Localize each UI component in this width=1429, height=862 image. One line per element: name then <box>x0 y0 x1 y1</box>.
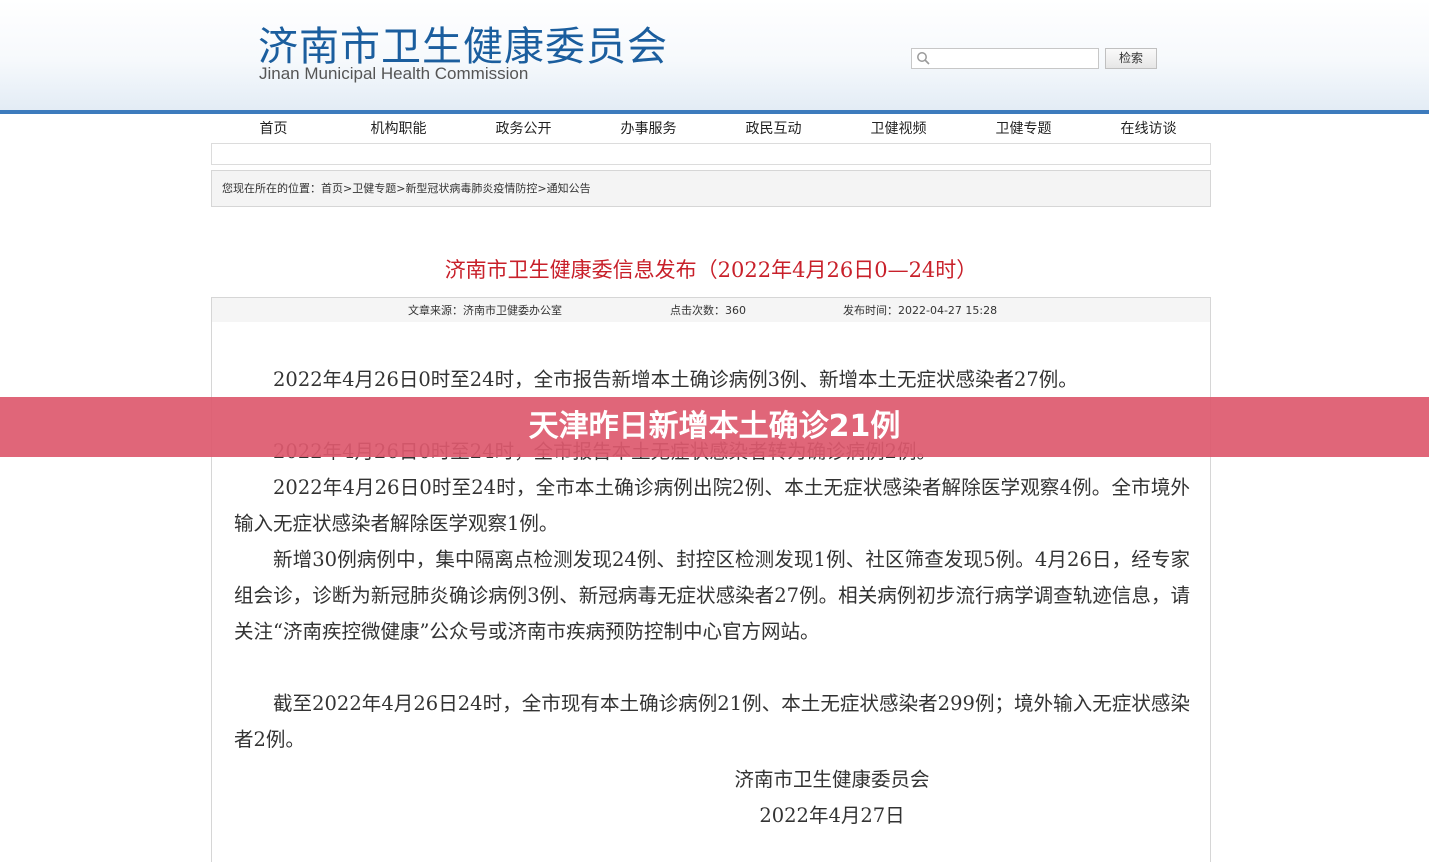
search-icon <box>917 52 930 65</box>
nav-item-interviews[interactable]: 在线访谈 <box>1086 116 1211 142</box>
article-paragraph: 截至2022年4月26日24时，全市现有本土确诊病例21例、本土无症状感染者29… <box>234 692 1190 751</box>
nav-item-home[interactable]: 首页 <box>211 116 336 142</box>
article-signature: 济南市卫生健康委员会 <box>734 768 930 791</box>
nav-item-functions[interactable]: 机构职能 <box>336 116 461 142</box>
article-paragraph: 2022年4月26日0时至24时，全市本土确诊病例出院2例、本土无症状感染者解除… <box>234 476 1190 535</box>
article-date: 2022年4月27日 <box>759 804 905 827</box>
breadcrumb-home[interactable]: 首页> <box>321 171 352 206</box>
article-paragraph: 新增30例病例中，集中隔离点检测发现24例、封控区检测发现1例、社区筛查发现5例… <box>234 548 1190 643</box>
nav-item-videos[interactable]: 卫健视频 <box>836 116 961 142</box>
search-button[interactable]: 检索 <box>1105 48 1157 69</box>
breadcrumb-topics[interactable]: 卫健专题> <box>352 171 405 206</box>
article-title: 济南市卫生健康委信息发布（2022年4月26日0—24时） <box>444 258 978 282</box>
breadcrumb-covid[interactable]: 新型冠状病毒肺炎疫情防控> <box>405 171 546 206</box>
breadcrumb-label: 您现在所在的位置： <box>222 182 321 195</box>
article-clicks: 点击次数：360 <box>670 304 746 317</box>
article-paragraph: 2022年4月26日0时至24时，全市报告新增本土确诊病例3例、新增本土无症状感… <box>273 368 1078 391</box>
article-publish-time: 发布时间：2022-04-27 15:28 <box>843 304 998 317</box>
nav-item-interaction[interactable]: 政民互动 <box>711 116 836 142</box>
nav-item-gov-affairs[interactable]: 政务公开 <box>461 116 586 142</box>
search-input[interactable] <box>911 48 1099 69</box>
nav-item-topics[interactable]: 卫健专题 <box>961 116 1086 142</box>
sub-nav-bar <box>211 143 1211 165</box>
breadcrumb: 您现在所在的位置：首页>卫健专题>新型冠状病毒肺炎疫情防控>通知公告 <box>211 170 1211 207</box>
nav-item-services[interactable]: 办事服务 <box>586 116 711 142</box>
breadcrumb-notices[interactable]: 通知公告 <box>547 171 591 206</box>
site-header: 济南市卫生健康委员会 Jinan Municipal Health Commis… <box>0 0 1429 110</box>
article-source: 文章来源：济南市卫健委办公室 <box>408 304 562 317</box>
headline-overlay-banner: 天津昨日新增本土确诊21例 <box>0 397 1429 457</box>
article-meta: 文章来源：济南市卫健委办公室 点击次数：360 发布时间：2022-04-27 … <box>211 297 1211 323</box>
main-nav: 首页 机构职能 政务公开 办事服务 政民互动 卫健视频 卫健专题 在线访谈 <box>211 116 1211 142</box>
header-divider <box>0 110 1429 114</box>
site-logo-subtitle: Jinan Municipal Health Commission <box>259 64 529 83</box>
